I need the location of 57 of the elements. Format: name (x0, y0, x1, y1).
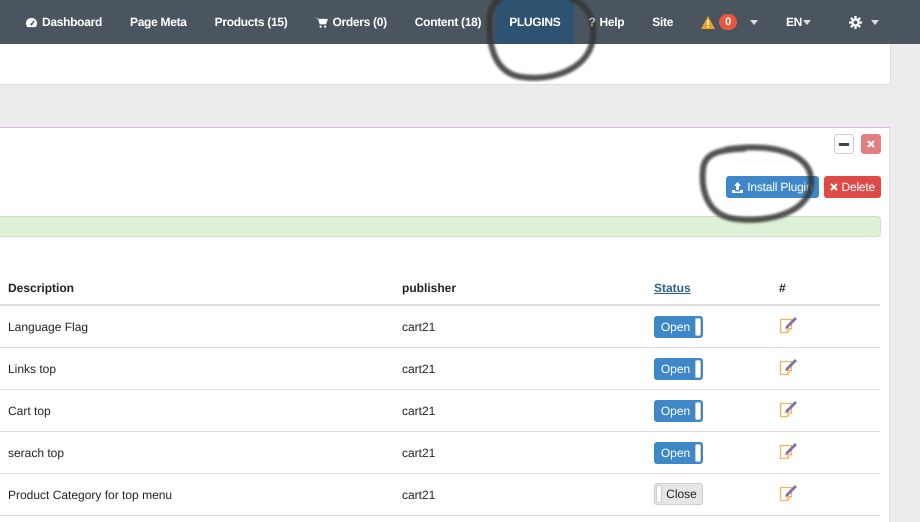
table-cell: cart21 (402, 404, 436, 418)
column-header: Description (8, 281, 74, 295)
nav-label: Site (652, 15, 674, 29)
column-header: # (779, 281, 786, 295)
nav-link[interactable]: Orders (0) (301, 0, 401, 44)
dashboard-icon (25, 16, 38, 28)
table-cell: cart21 (402, 362, 436, 376)
table-cell: Links top (8, 362, 56, 376)
close-icon (867, 140, 875, 148)
table-cell: cart21 (402, 446, 436, 460)
nav-link[interactable]: Content (18) (400, 0, 496, 44)
nav-label: Page Meta (130, 15, 187, 29)
nav-label: Content (18) (414, 15, 482, 29)
nav-link[interactable]: Products (15) (200, 0, 302, 44)
minus-icon (839, 142, 849, 146)
sort-link[interactable]: Status (654, 281, 691, 295)
nav-label: Dashboard (42, 15, 102, 29)
edit-icon[interactable] (779, 441, 799, 461)
status-toggle[interactable]: Close (654, 483, 703, 505)
edit-icon[interactable] (779, 399, 799, 419)
nav-label: PLUGINS (509, 15, 560, 29)
status-toggle[interactable]: Open (654, 442, 703, 464)
table-cell: serach top (8, 446, 64, 460)
caret-icon (802, 20, 812, 24)
language-dropdown[interactable]: EN (772, 0, 836, 44)
warning-icon (701, 16, 716, 28)
status-toggle[interactable]: Open (654, 316, 703, 338)
help-icon: ? (588, 15, 596, 29)
collapse-button[interactable] (834, 134, 854, 154)
status-toggle[interactable]: Open (654, 358, 703, 380)
delete-button[interactable]: Delete (824, 176, 881, 198)
close-button[interactable] (861, 134, 881, 154)
edit-icon[interactable] (779, 357, 799, 377)
nav-link[interactable]: Page Meta (116, 0, 201, 44)
column-header: publisher (402, 281, 456, 295)
nav-link[interactable]: Site (638, 0, 688, 44)
nav-label: Products (15) (214, 15, 288, 29)
nav-link[interactable]: ? Help (574, 0, 638, 44)
table-cell: Language Flag (8, 320, 88, 334)
alerts-menu[interactable]: 0 (687, 0, 772, 44)
nav-link[interactable]: Dashboard (11, 0, 116, 44)
nav-label: Help (599, 15, 624, 29)
table-cell: cart21 (402, 320, 436, 334)
edit-icon[interactable] (779, 483, 799, 503)
close-icon (830, 183, 838, 191)
status-toggle[interactable]: Open (654, 400, 703, 422)
table-cell: Cart top (8, 404, 51, 418)
upload-icon (732, 182, 744, 192)
edit-icon[interactable] (779, 315, 799, 335)
alert-count-badge: 0 (719, 14, 737, 30)
nav-link[interactable]: PLUGINS (495, 0, 574, 44)
table-cell: cart21 (402, 488, 436, 502)
settings-icon (849, 16, 862, 28)
cart-icon (315, 16, 328, 28)
nav-label: Orders (0) (332, 15, 387, 29)
nav-label: EN (786, 15, 802, 29)
table-cell: Product Category for top menu (8, 488, 172, 502)
